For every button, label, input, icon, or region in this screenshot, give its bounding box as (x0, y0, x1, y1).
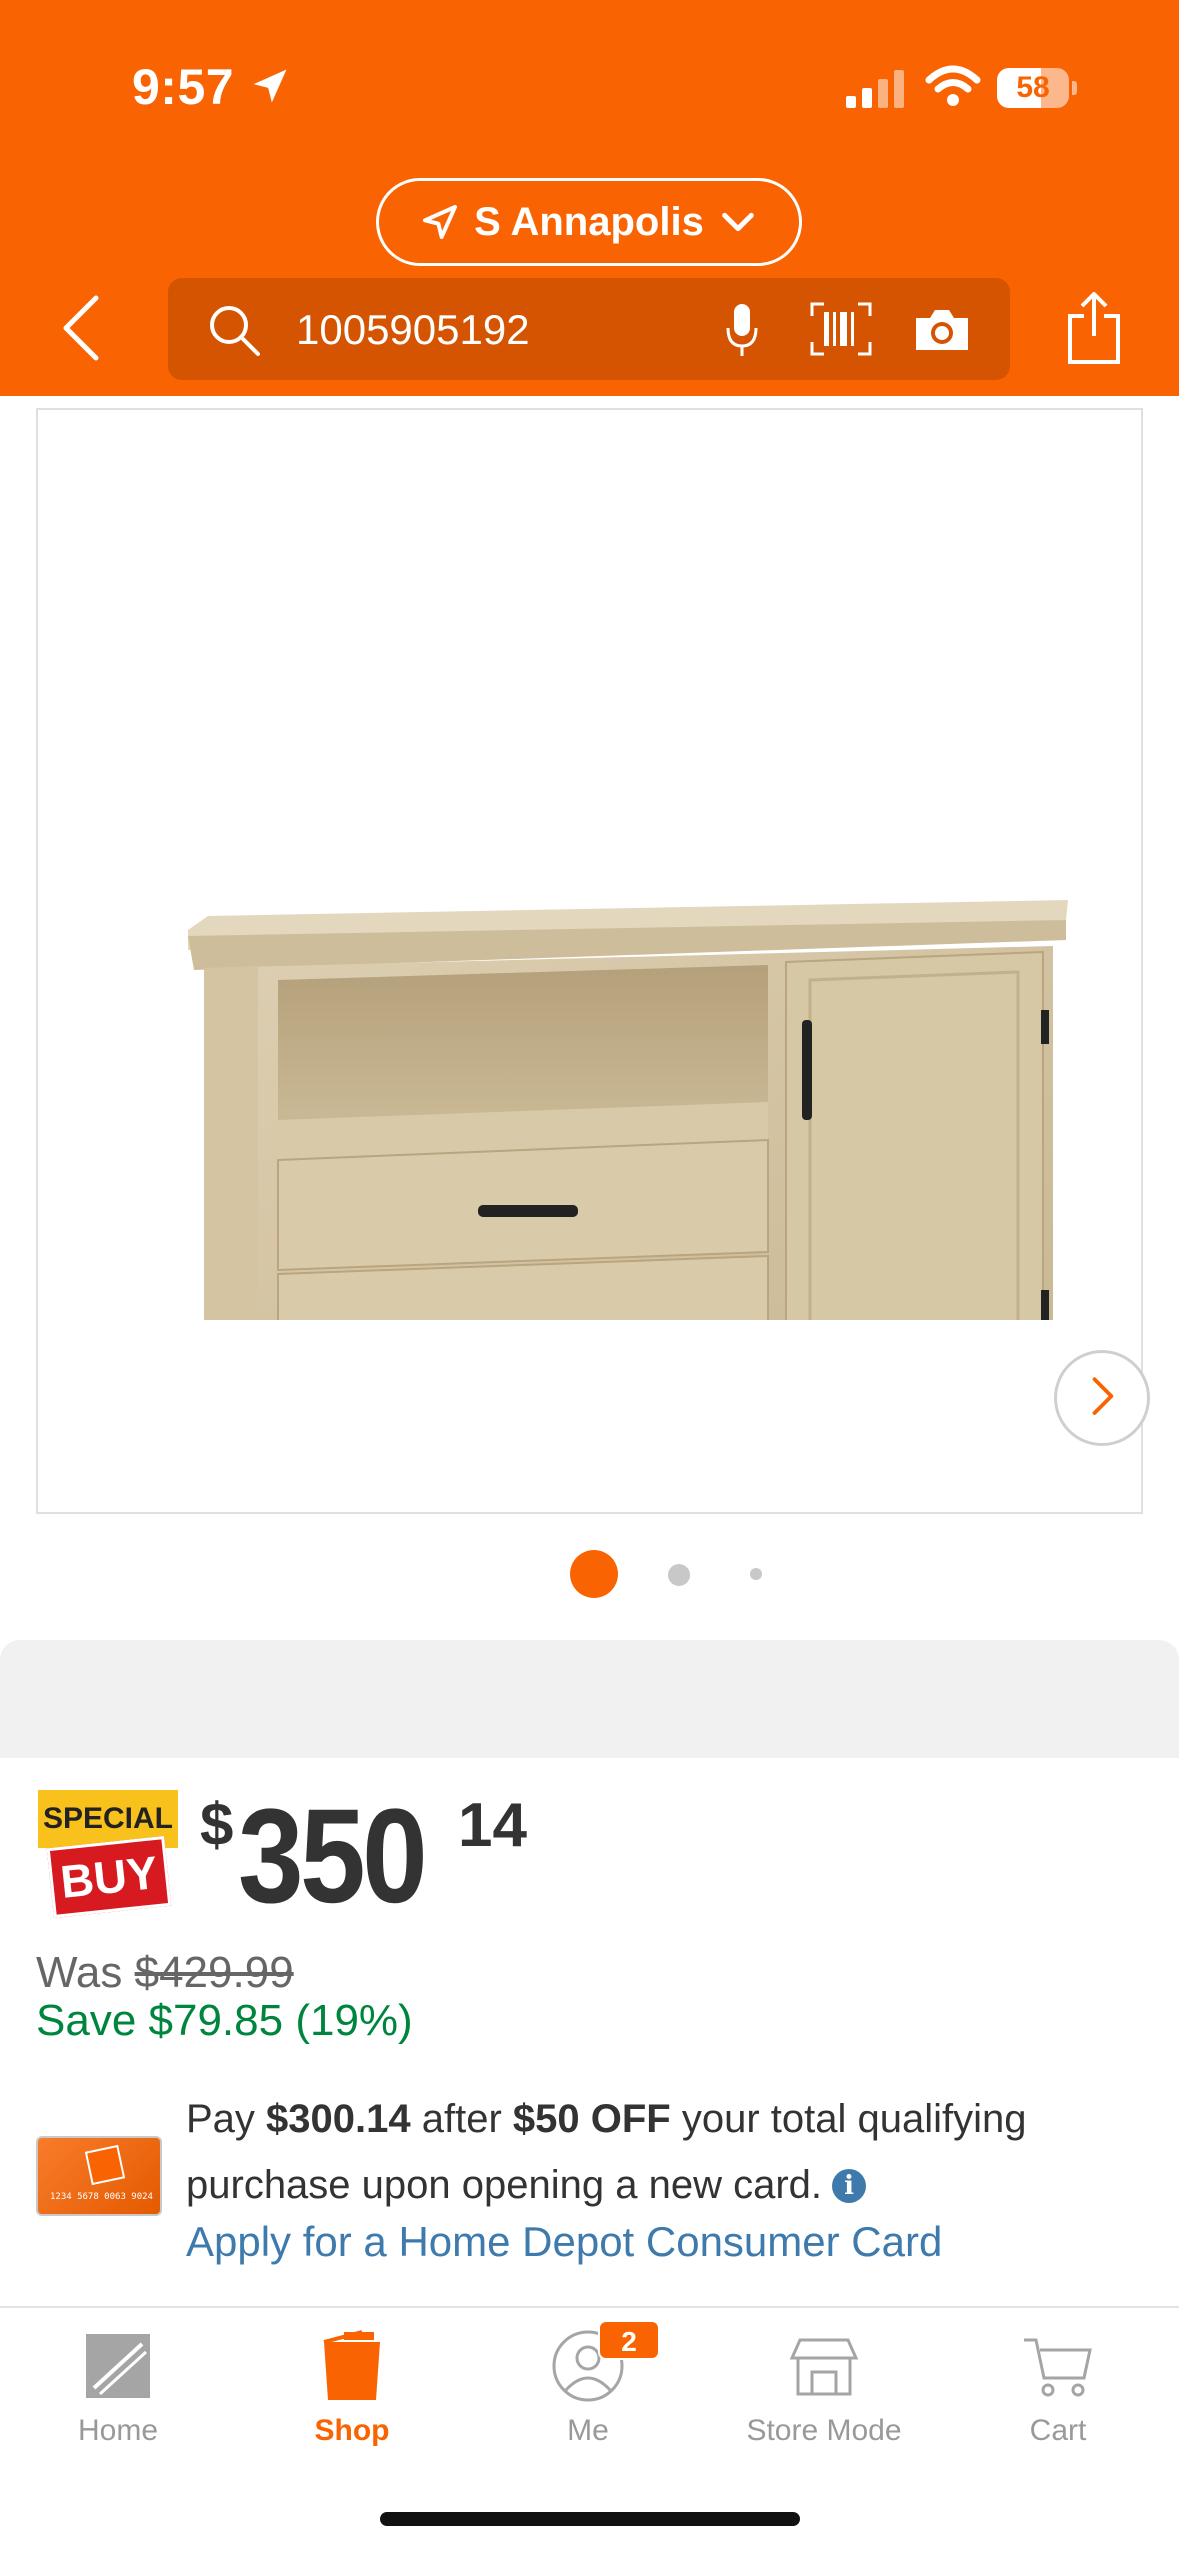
offer-discount: $50 OFF (512, 2097, 671, 2141)
tab-home[interactable]: Home (18, 2328, 218, 2468)
bucket-icon (323, 2330, 380, 2400)
home-depot-logo-icon (86, 2334, 150, 2398)
tab-home-label: Home (77, 2414, 159, 2447)
section-divider (0, 1640, 1179, 1758)
home-indicator[interactable] (380, 2512, 800, 2526)
product-image (188, 900, 1068, 1320)
notification-badge: 2 (598, 2320, 660, 2360)
buy-badge-text: BUY (46, 1836, 172, 1918)
info-icon[interactable]: i (832, 2169, 867, 2203)
barcode-scan-icon[interactable] (810, 302, 872, 356)
cellular-signal-icon (846, 70, 904, 108)
tab-store-mode[interactable]: Store Mode (724, 2328, 924, 2468)
microphone-icon[interactable] (722, 300, 762, 360)
next-image-button[interactable] (1054, 1350, 1150, 1446)
cart-icon (1024, 2338, 1092, 2397)
savings-text: Save $79.85 (19%) (36, 1996, 413, 2045)
wifi-icon (925, 65, 981, 106)
card-offer-text: Pay $300.14 after $50 OFF your total qua… (186, 2097, 1027, 2207)
tab-me[interactable]: 2 Me (488, 2320, 688, 2468)
search-bar[interactable]: 1005905192 (168, 278, 1010, 380)
tab-shop-label: Shop (314, 2414, 390, 2447)
offer-amount: $300.14 (266, 2097, 411, 2141)
search-input[interactable]: 1005905192 (296, 306, 530, 354)
price-currency: $ (200, 1791, 234, 1858)
location-arrow-icon (423, 205, 458, 239)
tab-me-label: Me (567, 2414, 609, 2447)
gallery-pagination[interactable] (0, 1550, 1179, 1600)
chevron-down-icon (721, 212, 754, 232)
home-depot-logo-icon (84, 2144, 126, 2186)
card-number: 1234 5678 0063 9024 (50, 2192, 153, 2202)
store-location-selector[interactable]: S Annapolis (376, 178, 802, 266)
search-icon (210, 306, 260, 356)
bottom-tab-bar: Home Shop 2 Me Store Mode Cart (0, 2306, 1179, 2556)
camera-icon[interactable] (912, 304, 972, 354)
pagination-dot-active[interactable] (570, 1550, 618, 1598)
was-amount: $429.99 (134, 1948, 294, 1997)
was-label: Was (36, 1948, 123, 1997)
status-time: 9:57 (132, 59, 235, 115)
store-icon (789, 2338, 859, 2396)
pagination-dot[interactable] (668, 1564, 690, 1586)
apply-card-link[interactable]: Apply for a Home Depot Consumer Card (186, 2218, 942, 2266)
pagination-dot[interactable] (750, 1568, 762, 1580)
price-cents: 14 (458, 1791, 527, 1860)
tab-cart-label: Cart (1029, 2414, 1087, 2447)
price-dollars: 350 (238, 1782, 428, 1931)
credit-card-image: 1234 5678 0063 9024 (36, 2136, 162, 2216)
battery-indicator: 58 (997, 68, 1077, 108)
was-price: Was $429.99 (36, 1948, 294, 1998)
header-bar: 9:57 58 S Annapolis 1005905192 (0, 0, 1179, 396)
battery-level: 58 (1016, 71, 1050, 104)
product-image-gallery[interactable] (36, 408, 1150, 1514)
special-buy-badge: SPECIAL BUY (38, 1790, 180, 1924)
tab-cart[interactable]: Cart (958, 2328, 1158, 2468)
store-location-label: S Annapolis (474, 199, 704, 244)
tab-store-mode-label: Store Mode (746, 2414, 902, 2447)
tab-shop[interactable]: Shop (252, 2328, 452, 2468)
chevron-right-icon (1092, 1377, 1114, 1415)
back-arrow-icon[interactable] (56, 292, 106, 364)
share-icon[interactable] (1064, 290, 1124, 366)
location-services-icon (253, 69, 287, 103)
